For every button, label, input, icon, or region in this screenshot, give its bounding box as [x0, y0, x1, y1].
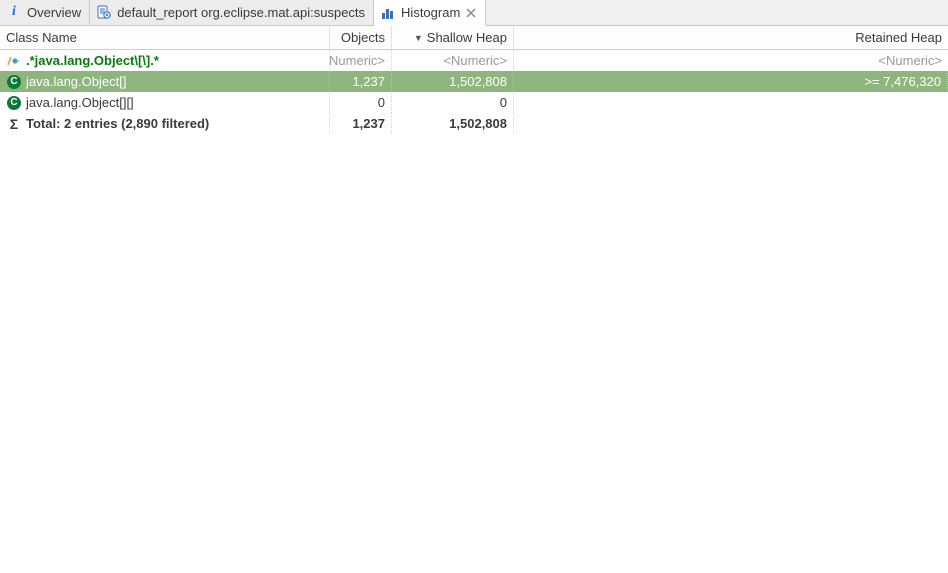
regex-icon — [6, 53, 22, 69]
numeric-placeholder: <Numeric> — [443, 53, 507, 68]
tab-overview[interactable]: i Overview — [0, 0, 90, 25]
filter-regex: .*java.lang.Object\[\].* — [26, 53, 159, 68]
tab-label: default_report org.eclipse.mat.api:suspe… — [117, 5, 365, 20]
histogram-icon — [380, 5, 396, 21]
table-row[interactable]: C java.lang.Object[] 1,237 1,502,808 >= … — [0, 71, 948, 92]
column-header-shallow[interactable]: ▼ Shallow Heap — [392, 26, 514, 49]
objects-cell: 0 — [378, 95, 385, 110]
objects-cell: 1,237 — [352, 74, 385, 89]
column-header-classname[interactable]: Class Name — [0, 26, 330, 49]
column-label: Shallow Heap — [427, 30, 507, 45]
histogram-table: Class Name Objects ▼ Shallow Heap Retain… — [0, 26, 948, 134]
total-row: Σ Total: 2 entries (2,890 filtered) 1,23… — [0, 113, 948, 134]
column-label: Retained Heap — [855, 30, 942, 45]
total-label: Total: 2 entries (2,890 filtered) — [26, 116, 209, 131]
classname-cell: java.lang.Object[][] — [26, 95, 134, 110]
total-objects: 1,237 — [352, 116, 385, 131]
shallow-cell: 0 — [500, 95, 507, 110]
numeric-placeholder: <Numeric> — [330, 53, 385, 68]
table-header: Class Name Objects ▼ Shallow Heap Retain… — [0, 26, 948, 50]
retained-cell: >= 7,476,320 — [864, 74, 941, 89]
close-icon[interactable] — [465, 7, 477, 19]
report-icon — [96, 4, 112, 20]
sort-desc-icon: ▼ — [414, 33, 423, 43]
tab-label: Overview — [27, 5, 81, 20]
tab-default-report[interactable]: default_report org.eclipse.mat.api:suspe… — [90, 0, 374, 25]
column-header-objects[interactable]: Objects — [330, 26, 392, 49]
total-shallow: 1,502,808 — [449, 116, 507, 131]
tab-histogram[interactable]: Histogram — [374, 0, 486, 26]
classname-cell: java.lang.Object[] — [26, 74, 126, 89]
filter-row[interactable]: .*java.lang.Object\[\].* <Numeric> <Nume… — [0, 50, 948, 71]
column-label: Class Name — [6, 30, 77, 45]
column-label: Objects — [341, 30, 385, 45]
tab-label: Histogram — [401, 5, 460, 20]
class-icon: C — [6, 74, 22, 90]
info-icon: i — [6, 4, 22, 20]
table-row[interactable]: C java.lang.Object[][] 0 0 — [0, 92, 948, 113]
shallow-cell: 1,502,808 — [449, 74, 507, 89]
tab-bar: i Overview default_report org.eclipse.ma… — [0, 0, 948, 26]
class-icon: C — [6, 95, 22, 111]
sigma-icon: Σ — [6, 116, 22, 132]
numeric-placeholder: <Numeric> — [878, 53, 942, 68]
column-header-retained[interactable]: Retained Heap — [514, 26, 948, 49]
